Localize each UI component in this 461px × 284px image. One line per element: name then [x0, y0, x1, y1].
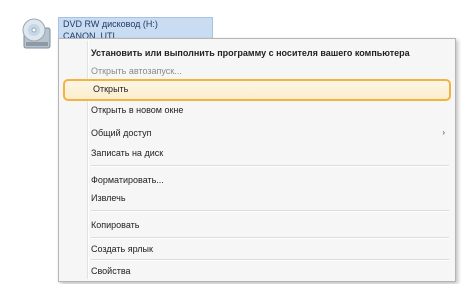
context-menu: Установить или выполнить программу с нос… — [58, 38, 456, 282]
drive-name: DVD RW дисковод (H:) — [63, 19, 158, 29]
cd-drive-icon — [22, 18, 51, 49]
menu-item-sharing-label: Общий доступ — [91, 128, 152, 138]
menu-separator — [91, 165, 449, 167]
menu-item-create-shortcut[interactable]: Создать ярлык — [89, 239, 451, 259]
menu-item-copy[interactable]: Копировать — [89, 215, 451, 235]
menu-item-autoplay-install[interactable]: Установить или выполнить программу с нос… — [89, 43, 451, 63]
menu-item-open[interactable]: Открыть — [63, 79, 451, 101]
menu-item-format[interactable]: Форматировать... — [89, 170, 451, 190]
menu-item-open-autoplay[interactable]: Открыть автозапуск... — [89, 61, 451, 81]
menu-item-open-new-window[interactable]: Открыть в новом окне — [89, 100, 451, 120]
menu-item-properties[interactable]: Свойства — [89, 261, 451, 281]
submenu-arrow-icon: › — [442, 128, 445, 137]
menu-item-burn-to-disc[interactable]: Записать на диск — [89, 143, 451, 163]
menu-separator — [91, 210, 449, 212]
menu-item-sharing[interactable]: Общий доступ › — [89, 123, 451, 143]
menu-item-eject[interactable]: Извлечь — [89, 188, 451, 208]
